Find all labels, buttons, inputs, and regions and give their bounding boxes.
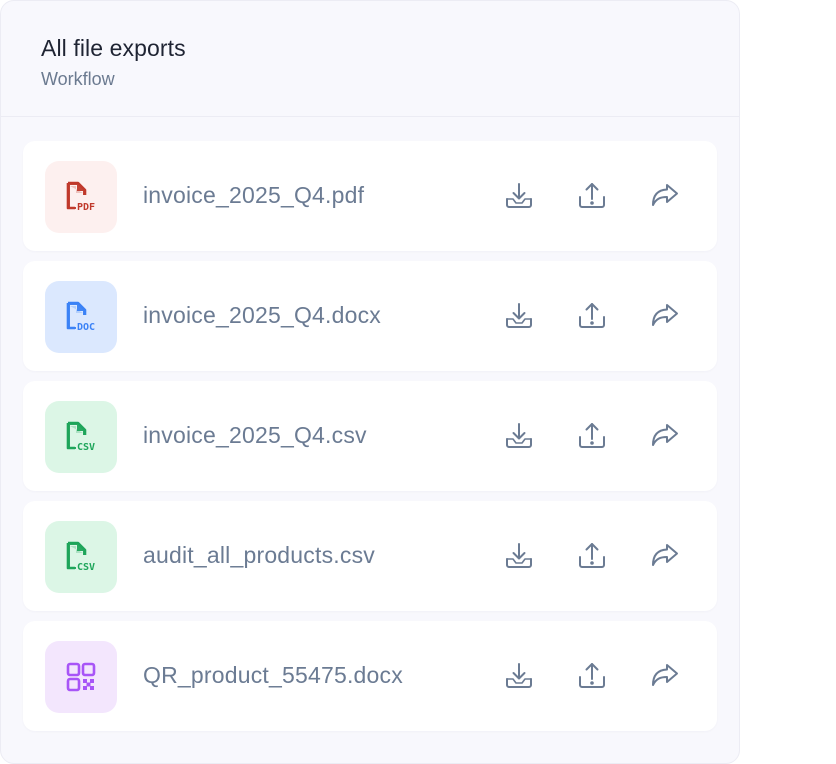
- file-name[interactable]: QR_product_55475.docx: [143, 662, 403, 689]
- upload-icon: [576, 540, 608, 572]
- file-row[interactable]: CSV audit_all_products.csv: [23, 501, 717, 611]
- file-actions: [501, 418, 683, 454]
- download-icon: [503, 300, 535, 332]
- upload-icon: [576, 660, 608, 692]
- file-type-label: CSV: [77, 442, 95, 453]
- file-actions: [501, 538, 683, 574]
- download-button[interactable]: [501, 658, 537, 694]
- upload-button[interactable]: [574, 298, 610, 334]
- upload-button[interactable]: [574, 418, 610, 454]
- file-row[interactable]: PDF invoice_2025_Q4.pdf: [23, 141, 717, 251]
- file-name[interactable]: invoice_2025_Q4.pdf: [143, 182, 364, 209]
- file-row[interactable]: CSV invoice_2025_Q4.csv: [23, 381, 717, 491]
- share-forward-icon: [648, 540, 682, 572]
- share-button[interactable]: [647, 178, 683, 214]
- download-icon: [503, 420, 535, 452]
- share-button[interactable]: [647, 298, 683, 334]
- panel-title: All file exports: [41, 35, 186, 61]
- upload-button[interactable]: [574, 178, 610, 214]
- file-name[interactable]: invoice_2025_Q4.csv: [143, 422, 367, 449]
- file-list: PDF invoice_2025_Q4.pdf DOC invoice_2025_Q4…: [23, 141, 717, 741]
- upload-icon: [576, 300, 608, 332]
- download-button[interactable]: [501, 538, 537, 574]
- download-icon: [503, 180, 535, 212]
- panel-subtitle: Workflow: [41, 69, 115, 89]
- csv-file-icon: CSV: [45, 521, 117, 593]
- doc-file-icon: DOC: [45, 281, 117, 353]
- file-row[interactable]: QR_product_55475.docx: [23, 621, 717, 731]
- download-button[interactable]: [501, 298, 537, 334]
- panel-header: All file exports Workflow: [1, 1, 739, 117]
- share-forward-icon: [648, 420, 682, 452]
- download-button[interactable]: [501, 418, 537, 454]
- upload-button[interactable]: [574, 658, 610, 694]
- file-actions: [501, 298, 683, 334]
- pdf-file-icon: PDF: [45, 161, 117, 233]
- qr-code-icon: [45, 641, 117, 713]
- csv-file-icon: CSV: [45, 401, 117, 473]
- file-row[interactable]: DOC invoice_2025_Q4.docx: [23, 261, 717, 371]
- share-button[interactable]: [647, 418, 683, 454]
- upload-icon: [576, 180, 608, 212]
- upload-button[interactable]: [574, 538, 610, 574]
- file-name[interactable]: invoice_2025_Q4.docx: [143, 302, 381, 329]
- file-actions: [501, 178, 683, 214]
- download-button[interactable]: [501, 178, 537, 214]
- share-forward-icon: [648, 660, 682, 692]
- share-forward-icon: [648, 300, 682, 332]
- share-forward-icon: [648, 180, 682, 212]
- share-button[interactable]: [647, 538, 683, 574]
- upload-icon: [576, 420, 608, 452]
- file-actions: [501, 658, 683, 694]
- file-type-label: PDF: [77, 202, 95, 213]
- file-type-label: CSV: [77, 562, 95, 573]
- download-icon: [503, 660, 535, 692]
- file-exports-panel: All file exports Workflow PDF invoice_202…: [0, 0, 740, 764]
- share-button[interactable]: [647, 658, 683, 694]
- file-type-label: DOC: [77, 322, 95, 333]
- download-icon: [503, 540, 535, 572]
- file-name[interactable]: audit_all_products.csv: [143, 542, 375, 569]
